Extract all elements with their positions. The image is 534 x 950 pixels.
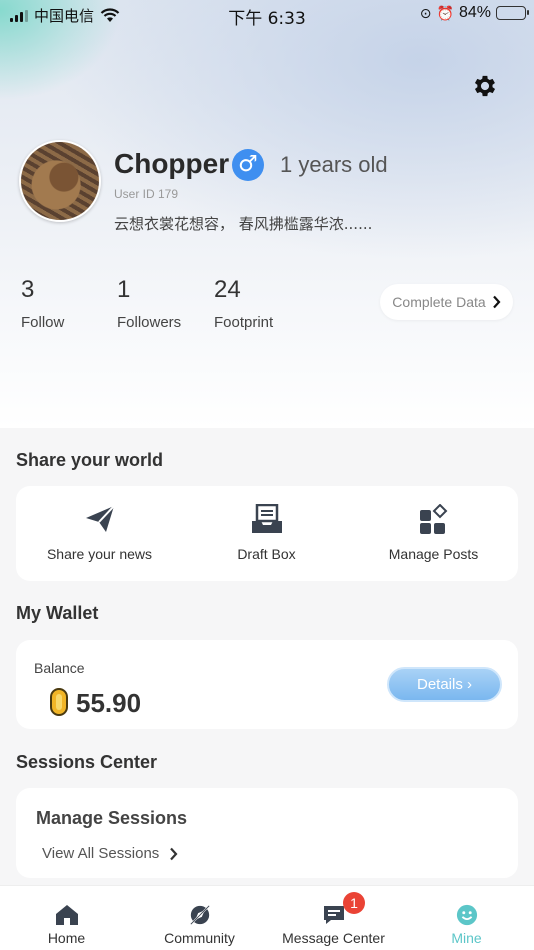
profile-age: 1 years old (280, 152, 388, 177)
view-all-sessions-link[interactable]: View All Sessions (42, 845, 178, 862)
battery-percent: 84% (458, 4, 491, 21)
tab-mine[interactable]: Mine (400, 886, 533, 950)
view-all-sessions-label: View All Sessions (42, 845, 160, 862)
draft-box-button[interactable]: Draft Box (183, 504, 350, 562)
stat-follow-label: Follow (21, 314, 65, 331)
tab-home[interactable]: Home (0, 886, 133, 950)
user-id: User ID 179 (114, 187, 179, 201)
stat-footprint-count: 24 (214, 276, 241, 303)
coin-icon (50, 688, 68, 716)
male-gender-icon: ♂ (232, 149, 264, 181)
wallet-section-title: My Wallet (16, 603, 99, 623)
stat-follow-count: 3 (21, 276, 35, 303)
tab-home-label: Home (47, 930, 86, 946)
share-card: Share your news Draft Box Manage Posts (16, 486, 518, 581)
smiley-icon (456, 904, 477, 926)
manage-posts-button[interactable]: Manage Posts (350, 504, 517, 562)
chevron-right-icon: › (462, 676, 473, 693)
inbox-icon (251, 504, 282, 533)
profile-bio: 云想衣裳花想容， 春风拂槛露华浓...... (114, 215, 373, 233)
stat-footprint[interactable]: 24 Footprint (214, 276, 273, 331)
tab-bar: Home Community Message Center 1 Mine (0, 885, 534, 950)
orientation-lock-icon: ⊙ (419, 4, 432, 21)
status-bar: 中国电信 下午 6:33 ⊙ ⏰ 84% (0, 0, 534, 29)
details-label: Details (416, 676, 463, 693)
stat-followers-label: Followers (117, 314, 182, 331)
stat-followers[interactable]: 1 Followers (117, 276, 181, 331)
alarm-icon: ⏰ (436, 4, 454, 21)
manage-posts-label: Manage Posts (388, 546, 479, 562)
wallet-card: Balance 55.90 Details › (16, 640, 518, 729)
stat-footprint-label: Footprint (214, 314, 274, 331)
tab-message-center-label: Message Center (282, 930, 385, 946)
battery-icon (496, 6, 529, 20)
chevron-right-icon (170, 847, 178, 860)
complete-data-button[interactable]: Complete Data (380, 284, 513, 320)
grid-icon (419, 504, 447, 534)
avatar[interactable] (19, 140, 101, 222)
complete-data-label: Complete Data (392, 294, 486, 310)
paper-plane-icon (85, 505, 115, 532)
share-news-label: Share your news (46, 546, 153, 562)
gear-icon[interactable] (471, 72, 499, 100)
balance-value: 55.90 (76, 688, 142, 718)
chat-icon (323, 906, 344, 924)
tab-community-label: Community (164, 930, 235, 946)
share-section-title: Share your world (16, 450, 164, 470)
sessions-card: Manage Sessions View All Sessions (16, 788, 518, 878)
chevron-right-icon (492, 295, 501, 309)
notification-badge: 1 (343, 892, 365, 914)
home-icon (55, 905, 78, 925)
draft-box-label: Draft Box (237, 546, 296, 562)
share-news-button[interactable]: Share your news (16, 504, 183, 562)
tab-message-center[interactable]: Message Center 1 (267, 886, 400, 950)
stat-follow[interactable]: 3 Follow (21, 276, 64, 331)
balance-label: Balance (34, 660, 85, 676)
profile-name: Chopper (114, 148, 230, 179)
compass-icon (190, 905, 209, 925)
stat-followers-count: 1 (117, 276, 131, 303)
manage-sessions-title: Manage Sessions (36, 808, 188, 828)
details-button[interactable]: Details › (387, 667, 502, 702)
tab-community[interactable]: Community (133, 886, 266, 950)
tab-mine-label: Mine (451, 930, 482, 946)
sessions-section-title: Sessions Center (16, 752, 158, 772)
